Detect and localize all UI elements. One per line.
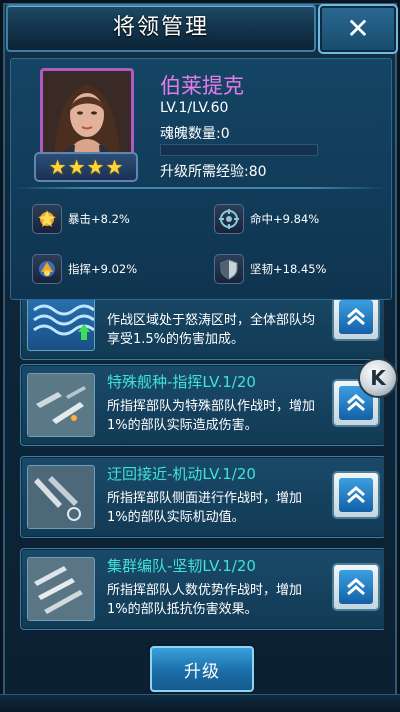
stat-toughness: 坚韧+18.45% (214, 254, 327, 284)
bottom-frame (0, 694, 400, 712)
accuracy-icon (214, 204, 244, 234)
double-chevron-up-icon (339, 300, 373, 334)
skill-upgrade-button[interactable] (332, 471, 380, 519)
skill-upgrade-button[interactable] (332, 563, 380, 611)
upgrade-button-label: 升级 (184, 661, 220, 682)
page-title: 将领管理 (112, 15, 209, 40)
skill-card: 集群编队-坚韧LV.1/20 所指挥部队人数优势作战时，增加1%的部队抵抗伤害效… (20, 548, 384, 630)
skill-description: 所指挥部队人数优势作战时，增加1%的部队抵抗伤害效果。 (107, 583, 303, 617)
header-bar: 将领管理 (6, 4, 316, 52)
stat-command: 指挥+9.02% (32, 254, 137, 284)
star-icon: ★ (67, 155, 86, 179)
stat-label: 坚韧+18.45% (250, 262, 327, 276)
soul-count: 魂魄数量:0 (160, 126, 230, 142)
skill-card: 作战区域处于怒涛区时，全体部队均享受1.5%的伤害加成。 (20, 300, 384, 360)
skill-card: 特殊舰种-指挥LV.1/20 所指挥部队为特殊部队作战时，增加1%的部队实际造成… (20, 364, 384, 446)
divider (12, 187, 388, 189)
skill-icon-maneuver (27, 465, 95, 529)
stat-label: 命中+9.84% (250, 212, 320, 226)
skill-description: 所指挥部队为特殊部队作战时，增加1%的部队实际造成伤害。 (107, 399, 316, 433)
critical-icon (32, 204, 62, 234)
double-chevron-up-icon (339, 570, 373, 604)
exp-required: 升级所需经验:80 (160, 164, 267, 180)
skill-icon-wave (27, 300, 95, 351)
upgrade-button[interactable]: 升级 (150, 646, 254, 692)
toughness-icon (214, 254, 244, 284)
star-icon: ★ (105, 155, 124, 179)
hero-star-rating: ★ ★ ★ ★ (34, 152, 138, 182)
stat-label: 暴击+8.2% (68, 212, 130, 226)
stat-critical: 暴击+8.2% (32, 204, 130, 234)
skill-card: 迂回接近-机动LV.1/20 所指挥部队侧面进行作战时，增加1%的部队实际机动值… (20, 456, 384, 538)
skill-upgrade-button[interactable] (332, 300, 380, 341)
command-icon (32, 254, 62, 284)
skill-title: 特殊舰种-指挥LV.1/20 (107, 373, 256, 391)
skill-list[interactable]: 作战区域处于怒涛区时，全体部队均享受1.5%的伤害加成。 特殊舰种-指挥LV.1… (14, 300, 384, 640)
skill-icon-ships (27, 373, 95, 437)
close-icon: ✕ (346, 12, 370, 45)
star-icon: ★ (86, 155, 105, 179)
stat-label: 指挥+9.02% (68, 262, 138, 276)
floating-assistant-badge[interactable]: K (358, 358, 398, 398)
hero-name: 伯莱提克 (160, 74, 244, 98)
skill-title: 集群编队-坚韧LV.1/20 (107, 557, 256, 575)
hero-level: LV.1/LV.60 (160, 100, 229, 116)
star-icon: ★ (48, 155, 67, 179)
skill-description: 作战区域处于怒涛区时，全体部队均享受1.5%的伤害加成。 (107, 313, 316, 347)
skill-title: 迂回接近-机动LV.1/20 (107, 465, 256, 483)
close-button[interactable]: ✕ (318, 4, 398, 54)
stat-accuracy: 命中+9.84% (214, 204, 319, 234)
exp-progress-bar (160, 144, 318, 156)
skill-description: 所指挥部队侧面进行作战时，增加1%的部队实际机动值。 (107, 491, 303, 525)
double-chevron-up-icon (339, 478, 373, 512)
skill-icon-formation (27, 557, 95, 621)
